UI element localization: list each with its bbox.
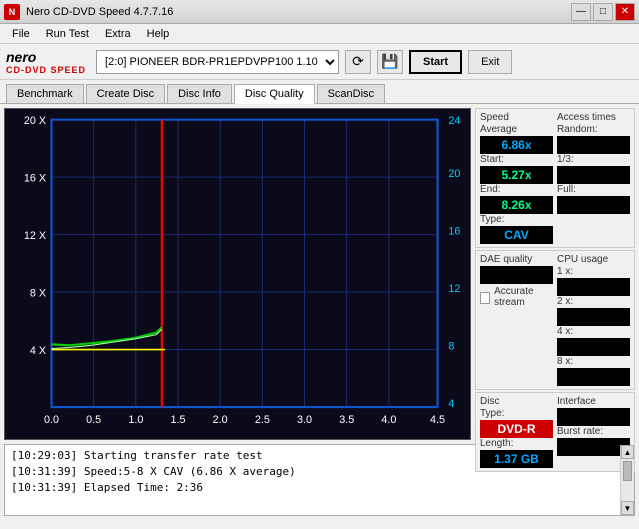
graph-svg: 20 X 16 X 12 X 8 X 4 X 24 20 16 12 8 4 0… — [5, 109, 470, 439]
svg-text:2.0: 2.0 — [213, 414, 228, 426]
log-scrollbar: ▲ ▼ — [620, 445, 634, 515]
tab-disc-quality[interactable]: Disc Quality — [234, 84, 315, 104]
nero-product-text: CD-DVD SPEED — [6, 65, 86, 75]
disc-type-label: Type: — [480, 408, 553, 419]
interface-value — [557, 408, 630, 426]
svg-text:20: 20 — [448, 168, 460, 180]
log-line-3: [10:31:39] Elapsed Time: 2:36 — [11, 480, 614, 496]
log-line-1: [10:29:03] Starting transfer rate test — [11, 448, 614, 464]
drive-select[interactable]: [2:0] PIONEER BDR-PR1EPDVPP100 1.10 — [96, 50, 339, 74]
exit-button[interactable]: Exit — [468, 50, 512, 74]
accurate-stream-checkbox[interactable] — [480, 292, 490, 304]
speed-start-label: Start: — [480, 154, 553, 165]
cpu-8x-label: 8 x: — [557, 356, 630, 367]
scroll-up-button[interactable]: ▲ — [621, 445, 634, 459]
cpu-1x-value — [557, 278, 630, 296]
cpu-2x-value — [557, 308, 630, 326]
cpu-2x-label: 2 x: — [557, 296, 630, 307]
svg-text:20 X: 20 X — [24, 115, 46, 127]
cpu-4x-value — [557, 338, 630, 356]
nero-logo-text: nero — [6, 49, 36, 65]
access-full-value — [557, 196, 630, 214]
svg-text:0.0: 0.0 — [44, 414, 59, 426]
disc-label: Disc — [480, 396, 553, 407]
svg-text:4 X: 4 X — [30, 345, 46, 357]
access-times-label: Access times — [557, 112, 630, 123]
nero-logo: nero CD-DVD SPEED — [6, 49, 86, 75]
svg-text:12: 12 — [448, 283, 460, 295]
cpu-usage-label: CPU usage — [557, 254, 630, 265]
title-bar-buttons: — □ ✕ — [571, 3, 635, 21]
tab-create-disc[interactable]: Create Disc — [86, 84, 165, 103]
menu-extra[interactable]: Extra — [97, 26, 139, 42]
svg-text:16 X: 16 X — [24, 172, 46, 184]
menu-run-test[interactable]: Run Test — [38, 26, 97, 42]
log-area: [10:29:03] Starting transfer rate test [… — [4, 444, 635, 516]
disc-type-value: DVD-R — [480, 420, 553, 438]
refresh-button[interactable]: ⟳ — [345, 50, 371, 74]
graph-container: 20 X 16 X 12 X 8 X 4 X 24 20 16 12 8 4 0… — [4, 108, 471, 440]
speed-end-label: End: — [480, 184, 553, 195]
svg-text:4.0: 4.0 — [381, 414, 396, 426]
speed-section: Speed Average 6.86x Start: 5.27x End: 8.… — [475, 108, 635, 248]
access-onethird-value — [557, 166, 630, 184]
start-button[interactable]: Start — [409, 50, 462, 74]
menu-bar: File Run Test Extra Help — [0, 24, 639, 44]
speed-type-value: CAV — [480, 226, 553, 244]
svg-text:3.5: 3.5 — [339, 414, 354, 426]
cpu-4x-label: 4 x: — [557, 326, 630, 337]
scroll-track — [621, 459, 634, 501]
svg-text:1.0: 1.0 — [128, 414, 143, 426]
burst-rate-label: Burst rate: — [557, 426, 630, 437]
tab-disc-info[interactable]: Disc Info — [167, 84, 232, 103]
cpu-1x-label: 1 x: — [557, 266, 630, 277]
scroll-down-button[interactable]: ▼ — [621, 501, 634, 515]
access-random-value — [557, 136, 630, 154]
interface-label: Interface — [557, 396, 630, 407]
dae-quality-label: DAE quality — [480, 254, 553, 265]
speed-average-label: Average — [480, 124, 553, 135]
speed-label: Speed — [480, 112, 553, 123]
minimize-button[interactable]: — — [571, 3, 591, 21]
tab-scan-disc[interactable]: ScanDisc — [317, 84, 385, 103]
access-random-label: Random: — [557, 124, 630, 135]
svg-text:8 X: 8 X — [30, 287, 46, 299]
accurate-stream-label: Accurate stream — [494, 286, 553, 308]
menu-help[interactable]: Help — [139, 26, 178, 42]
dae-quality-value — [480, 266, 553, 284]
svg-text:4: 4 — [448, 398, 454, 410]
svg-text:12 X: 12 X — [24, 230, 46, 242]
cpu-dae-section: DAE quality Accurate stream CPU usage 1 … — [475, 250, 635, 390]
svg-text:16: 16 — [448, 226, 460, 238]
tabs: Benchmark Create Disc Disc Info Disc Qua… — [0, 80, 639, 104]
tab-benchmark[interactable]: Benchmark — [6, 84, 84, 103]
toolbar: nero CD-DVD SPEED [2:0] PIONEER BDR-PR1E… — [0, 44, 639, 80]
svg-text:3.0: 3.0 — [297, 414, 312, 426]
scroll-thumb[interactable] — [623, 461, 632, 481]
maximize-button[interactable]: □ — [593, 3, 613, 21]
window-title: Nero CD-DVD Speed 4.7.7.16 — [26, 6, 173, 18]
svg-text:2.5: 2.5 — [255, 414, 270, 426]
main-content: 20 X 16 X 12 X 8 X 4 X 24 20 16 12 8 4 0… — [0, 104, 639, 444]
svg-text:24: 24 — [448, 115, 460, 127]
speed-average-value: 6.86x — [480, 136, 553, 154]
log-line-2: [10:31:39] Speed:5-8 X CAV (6.86 X avera… — [11, 464, 614, 480]
access-onethird-label: 1/3: — [557, 154, 630, 165]
speed-type-label: Type: — [480, 214, 553, 225]
speed-start-value: 5.27x — [480, 166, 553, 184]
svg-text:0.5: 0.5 — [86, 414, 101, 426]
right-panel: Speed Average 6.86x Start: 5.27x End: 8.… — [475, 108, 635, 440]
svg-text:1.5: 1.5 — [171, 414, 186, 426]
svg-text:8: 8 — [448, 341, 454, 353]
svg-text:4.5: 4.5 — [430, 414, 445, 426]
app-icon: N — [4, 4, 20, 20]
title-bar: N Nero CD-DVD Speed 4.7.7.16 — □ ✕ — [0, 0, 639, 24]
close-button[interactable]: ✕ — [615, 3, 635, 21]
speed-end-value: 8.26x — [480, 196, 553, 214]
cpu-8x-value — [557, 368, 630, 386]
save-button[interactable]: 💾 — [377, 50, 403, 74]
log-content: [10:29:03] Starting transfer rate test [… — [5, 445, 620, 515]
menu-file[interactable]: File — [4, 26, 38, 42]
access-full-label: Full: — [557, 184, 630, 195]
